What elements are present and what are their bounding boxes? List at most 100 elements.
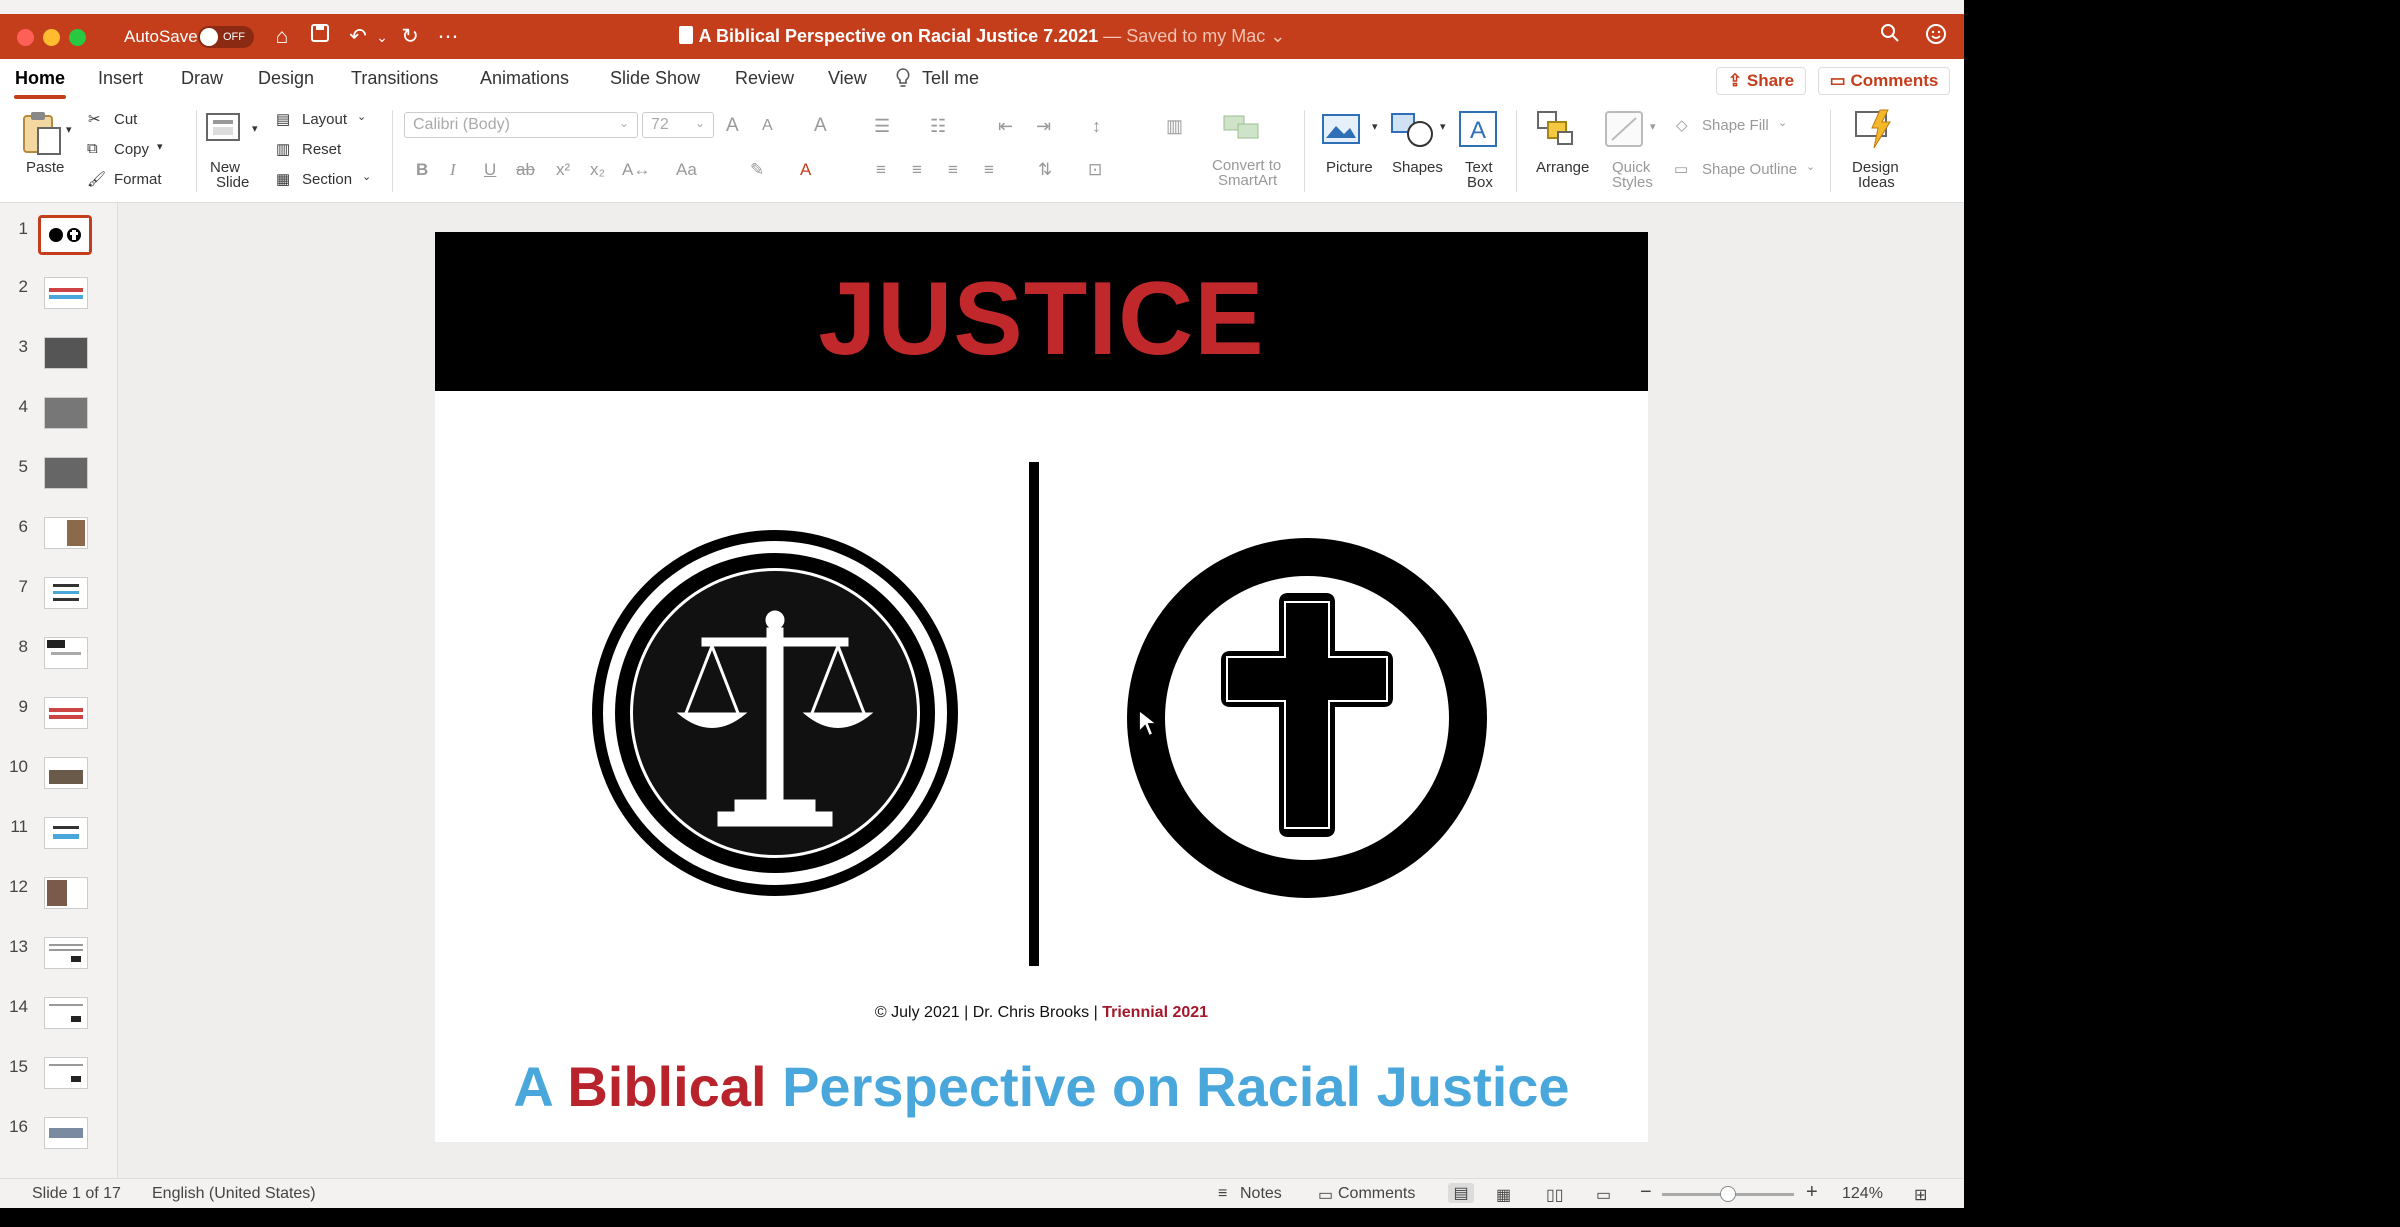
- font-color-icon[interactable]: A: [800, 160, 811, 180]
- tab-slide-show[interactable]: Slide Show: [610, 68, 700, 89]
- quick-styles-dropdown-icon[interactable]: ▾: [1650, 120, 1656, 133]
- slide-sorter-icon[interactable]: ▦: [1496, 1185, 1511, 1205]
- new-slide-dropdown-icon[interactable]: ▾: [252, 122, 258, 135]
- comments-status-button[interactable]: Comments: [1338, 1185, 1415, 1203]
- design-ideas-label-2[interactable]: Ideas: [1858, 174, 1895, 191]
- underline-icon[interactable]: U: [484, 160, 496, 180]
- notes-button[interactable]: Notes: [1240, 1185, 1282, 1203]
- slide-thumbnail-4[interactable]: [44, 397, 88, 429]
- shape-outline-button[interactable]: Shape Outline: [1702, 161, 1797, 178]
- shape-outline-dropdown-icon[interactable]: ⌄: [1806, 160, 1815, 173]
- textbox-label-2[interactable]: Box: [1467, 174, 1493, 191]
- tab-design[interactable]: Design: [258, 68, 314, 89]
- tab-draw[interactable]: Draw: [181, 68, 223, 89]
- tab-animations[interactable]: Animations: [480, 68, 569, 89]
- bold-icon[interactable]: B: [416, 160, 428, 180]
- slide-title[interactable]: JUSTICE: [435, 260, 1648, 379]
- highlight-icon[interactable]: ✎: [750, 160, 764, 180]
- tab-transitions[interactable]: Transitions: [351, 68, 438, 89]
- fit-to-window-icon[interactable]: ⊞: [1914, 1185, 1927, 1205]
- design-ideas-icon[interactable]: [1854, 108, 1894, 155]
- strikethrough-icon[interactable]: ab: [516, 160, 535, 180]
- shapes-label[interactable]: Shapes: [1392, 159, 1443, 176]
- textbox-icon[interactable]: A: [1458, 110, 1498, 153]
- character-spacing-icon[interactable]: A↔: [622, 160, 650, 180]
- smiley-icon[interactable]: [1922, 23, 1950, 51]
- tab-home[interactable]: Home: [15, 68, 65, 89]
- slide-thumbnail-6[interactable]: [44, 517, 88, 549]
- convert-smartart-label-2[interactable]: SmartArt: [1218, 172, 1277, 189]
- slide-thumbnail-1[interactable]: [38, 215, 92, 255]
- clear-format-icon[interactable]: A: [814, 115, 827, 137]
- font-name-dropdown[interactable]: Calibri (Body) ⌄: [404, 112, 638, 138]
- cut-button[interactable]: Cut: [114, 111, 137, 128]
- zoom-out-icon[interactable]: −: [1640, 1181, 1652, 1204]
- slide-credit[interactable]: © July 2021 | Dr. Chris Brooks | Trienni…: [435, 1004, 1648, 1022]
- format-painter-button[interactable]: Format: [114, 171, 162, 188]
- new-slide-label-2[interactable]: Slide: [216, 174, 249, 191]
- decrease-indent-icon[interactable]: ⇤: [998, 116, 1013, 137]
- columns-icon[interactable]: ▥: [1166, 116, 1183, 137]
- zoom-level[interactable]: 124%: [1842, 1185, 1883, 1203]
- tab-view[interactable]: View: [828, 68, 867, 89]
- align-left-icon[interactable]: ≡: [876, 160, 886, 180]
- comments-button[interactable]: ▭ Comments: [1818, 67, 1950, 95]
- shapes-dropdown-icon[interactable]: ▾: [1440, 120, 1446, 133]
- arrange-icon[interactable]: [1536, 110, 1576, 153]
- slide-thumbnail-5[interactable]: [44, 457, 88, 489]
- bullets-icon[interactable]: ☰: [874, 116, 890, 137]
- shapes-icon[interactable]: [1390, 110, 1436, 153]
- slide-thumbnail-15[interactable]: [44, 1057, 88, 1089]
- slide-thumbnail-10[interactable]: [44, 757, 88, 789]
- superscript-icon[interactable]: x²: [556, 160, 570, 180]
- slide-thumbnail-11[interactable]: [44, 817, 88, 849]
- language-status[interactable]: English (United States): [152, 1185, 316, 1203]
- zoom-in-icon[interactable]: +: [1806, 1181, 1818, 1204]
- tab-tell-me[interactable]: Tell me: [922, 68, 979, 89]
- shape-fill-button[interactable]: Shape Fill: [1702, 117, 1769, 134]
- subscript-icon[interactable]: x₂: [590, 160, 605, 180]
- zoom-slider-handle[interactable]: [1720, 1186, 1736, 1202]
- paste-dropdown-icon[interactable]: ▾: [66, 123, 72, 136]
- reset-button[interactable]: Reset: [302, 141, 341, 158]
- reading-view-icon[interactable]: ▯▯: [1546, 1185, 1564, 1205]
- shrink-font-icon[interactable]: A: [762, 117, 773, 135]
- quick-styles-icon[interactable]: [1604, 110, 1644, 153]
- increase-indent-icon[interactable]: ⇥: [1036, 116, 1051, 137]
- align-text-icon[interactable]: ⊡: [1088, 160, 1102, 180]
- tab-review[interactable]: Review: [735, 68, 794, 89]
- copy-button[interactable]: Copy: [114, 141, 149, 158]
- section-button[interactable]: Section: [302, 171, 352, 188]
- slide-thumbnail-16[interactable]: [44, 1117, 88, 1149]
- font-size-dropdown[interactable]: 72 ⌄: [642, 112, 714, 138]
- slide-thumbnail-13[interactable]: [44, 937, 88, 969]
- slide-thumbnail-12[interactable]: [44, 877, 88, 909]
- slide-thumbnail-8[interactable]: [44, 637, 88, 669]
- layout-dropdown-icon[interactable]: ⌄: [357, 110, 366, 123]
- slide-thumbnail-14[interactable]: [44, 997, 88, 1029]
- slide[interactable]: JUSTICE © July 2021 | Dr. Chris Brooks |…: [435, 232, 1648, 1142]
- justify-icon[interactable]: ≡: [984, 160, 994, 180]
- normal-view-icon[interactable]: ▤: [1448, 1183, 1474, 1203]
- section-dropdown-icon[interactable]: ⌄: [362, 170, 371, 183]
- picture-dropdown-icon[interactable]: ▾: [1372, 120, 1378, 133]
- align-center-icon[interactable]: ≡: [912, 160, 922, 180]
- picture-label[interactable]: Picture: [1326, 159, 1373, 176]
- slide-thumbnail-3[interactable]: [44, 337, 88, 369]
- change-case-icon[interactable]: Aa: [676, 160, 697, 180]
- paste-label[interactable]: Paste: [26, 159, 64, 176]
- align-right-icon[interactable]: ≡: [948, 160, 958, 180]
- cross-icon[interactable]: [1125, 536, 1489, 900]
- line-spacing-icon[interactable]: ↕: [1092, 116, 1101, 137]
- layout-button[interactable]: Layout: [302, 111, 347, 128]
- tab-insert[interactable]: Insert: [98, 68, 143, 89]
- smartart-icon[interactable]: [1222, 112, 1262, 147]
- numbering-icon[interactable]: ☷: [930, 116, 946, 137]
- search-icon[interactable]: [1876, 23, 1904, 51]
- picture-icon[interactable]: [1322, 114, 1360, 149]
- text-direction-icon[interactable]: ⇅: [1038, 160, 1052, 180]
- quick-styles-label-2[interactable]: Styles: [1612, 174, 1653, 191]
- slide-thumbnail-9[interactable]: [44, 697, 88, 729]
- slide-subtitle[interactable]: A Biblical Perspective on Racial Justice: [435, 1054, 1648, 1119]
- new-slide-icon[interactable]: [205, 112, 245, 151]
